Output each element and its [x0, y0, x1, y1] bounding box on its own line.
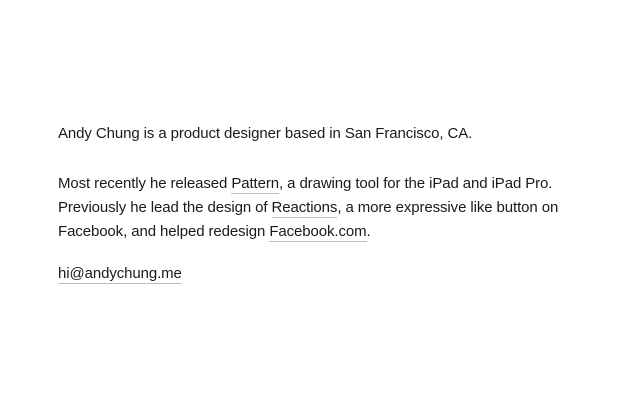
pattern-link[interactable]: Pattern [231, 175, 279, 194]
bio-paragraph: Most recently he released Pattern, a dra… [58, 172, 618, 244]
main-content: Andy Chung is a product designer based i… [58, 122, 618, 286]
contact-line: hi@andychung.me [58, 262, 618, 286]
bio-text-part4: . [366, 223, 371, 240]
bio-text-part1: Most recently he released [58, 175, 232, 192]
intro-text: Andy Chung is a product designer based i… [58, 125, 473, 142]
reactions-link[interactable]: Reactions [271, 199, 337, 218]
email-link[interactable]: hi@andychung.me [58, 265, 182, 284]
facebook-link[interactable]: Facebook.com [269, 223, 367, 242]
